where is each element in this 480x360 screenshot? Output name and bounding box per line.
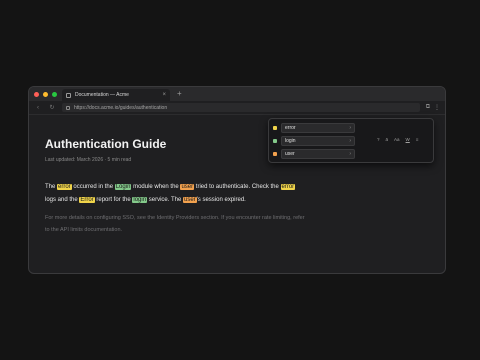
match-error: Error [79, 196, 95, 203]
match-login: login [132, 196, 148, 203]
text-run: service. The [147, 196, 183, 203]
chevron-icon[interactable]: › [349, 125, 351, 131]
document-icon [66, 92, 71, 98]
match-case-option[interactable]: Aa [394, 137, 400, 142]
url-text: https://docs.acme.io/guides/authenticati… [74, 104, 168, 111]
text-run: 's session expired. [196, 196, 246, 203]
reload-button[interactable]: ↻ [48, 104, 56, 111]
browser-toolbar: ‹ ↻ https://docs.acme.io/guides/authenti… [29, 101, 445, 115]
menu-icon[interactable]: ⋮ [434, 104, 440, 111]
address-bar[interactable]: https://docs.acme.io/guides/authenticati… [62, 103, 420, 112]
text-run: report for the [94, 196, 133, 203]
text-run: The [45, 184, 58, 190]
diacritics-option[interactable]: ä [386, 137, 389, 142]
multi-term-find-panel: error › login › user › ? ä Aa W ≡ [268, 118, 434, 163]
match-error: error [280, 184, 296, 190]
match-user: user [182, 196, 197, 203]
highlight-color-swatch[interactable] [273, 152, 277, 156]
maximize-window-button[interactable] [52, 91, 57, 97]
find-term-row: error › [273, 123, 355, 133]
find-term-value: error [285, 125, 296, 131]
chevron-icon[interactable]: › [349, 151, 351, 157]
article: Authentication Guide Last updated: March… [45, 137, 305, 236]
find-options: ? ä Aa W ≡ [377, 137, 418, 142]
find-term-value: login [285, 138, 296, 144]
highlight-color-swatch[interactable] [273, 126, 277, 130]
find-term-row: user › [273, 149, 355, 159]
find-term-row: login › [273, 136, 355, 146]
close-tab-icon[interactable]: × [162, 92, 166, 98]
tab-documentation[interactable]: Documentation — Acme × [62, 89, 170, 101]
extensions-icon[interactable]: ⧉ [426, 104, 430, 111]
highlight-color-swatch[interactable] [273, 139, 277, 143]
text-run: tried to authenticate. Check the [194, 184, 281, 190]
help-option[interactable]: ? [377, 137, 380, 142]
close-window-button[interactable] [34, 91, 39, 97]
tab-bar: Documentation — Acme × + [29, 87, 445, 101]
find-term-input[interactable]: user › [281, 149, 355, 159]
text-run: logs and the [45, 196, 80, 203]
text-run: occurred in the [71, 184, 115, 190]
chevron-icon[interactable]: › [349, 138, 351, 144]
match-user: user [180, 184, 195, 190]
article-paragraph-1: The error occurred in the Login module w… [45, 181, 305, 206]
lock-icon [66, 105, 70, 110]
match-login: Login [114, 184, 132, 190]
browser-window: Documentation — Acme × + ‹ ↻ https://doc… [28, 86, 446, 274]
article-meta: Last updated: March 2026 · 5 min read [45, 157, 132, 163]
minimize-window-button[interactable] [43, 91, 48, 97]
find-term-value: user [285, 151, 295, 157]
back-button[interactable]: ‹ [34, 105, 42, 111]
find-menu-option[interactable]: ≡ [416, 137, 419, 142]
text-run: module when the [131, 184, 181, 190]
whole-word-option[interactable]: W [406, 137, 410, 142]
page-title: Authentication Guide [45, 137, 167, 151]
tab-title: Documentation — Acme [75, 92, 129, 98]
window-controls [34, 91, 57, 97]
find-term-input[interactable]: login › [281, 136, 355, 146]
new-tab-button[interactable]: + [177, 89, 182, 98]
article-paragraph-2: For more details on configuring SSO, see… [45, 215, 305, 233]
match-error: error [57, 184, 72, 190]
find-term-input[interactable]: error › [281, 123, 355, 133]
